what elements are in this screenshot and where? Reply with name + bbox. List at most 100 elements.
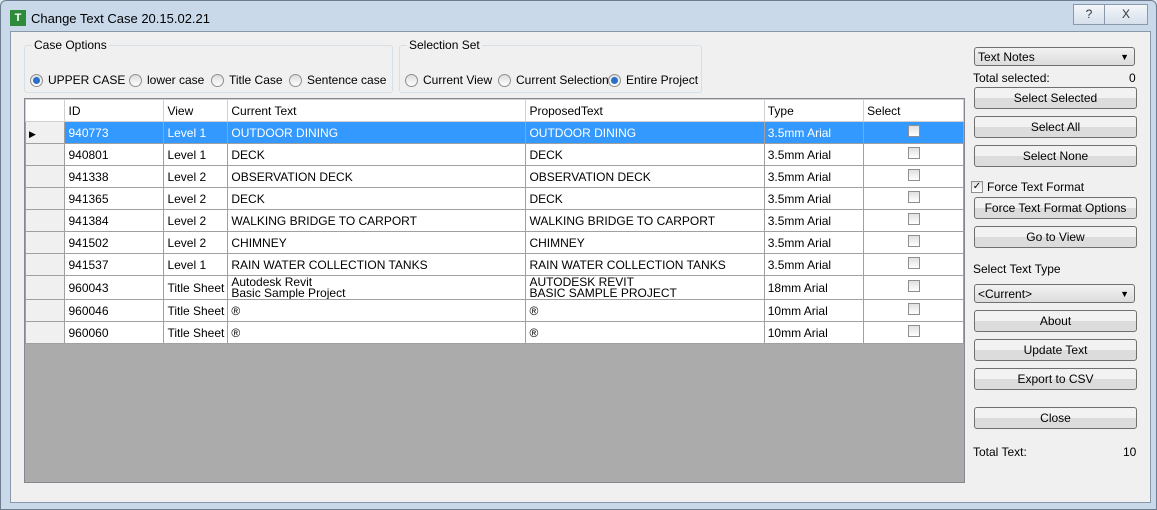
row-header[interactable]	[24, 231, 66, 254]
cell-id[interactable]: 941502	[64, 231, 165, 254]
select-checkbox[interactable]	[907, 191, 920, 203]
cell-type[interactable]: 3.5mm Arial	[763, 187, 865, 210]
text-category-dropdown[interactable]: Text Notes ▼	[974, 47, 1135, 66]
select-selected-button[interactable]: Select Selected	[974, 87, 1137, 109]
row-header[interactable]	[24, 321, 66, 344]
export-csv-button[interactable]: Export to CSV	[974, 368, 1137, 390]
cell-select[interactable]	[863, 275, 964, 300]
cell-proposed-text[interactable]: RAIN WATER COLLECTION TANKS	[525, 253, 765, 276]
table-row[interactable]: 941537 Level 1 RAIN WATER COLLECTION TANKS…	[24, 253, 964, 276]
row-header[interactable]	[24, 275, 66, 300]
row-header[interactable]	[24, 165, 66, 188]
cell-proposed-text[interactable]: DECK	[525, 143, 765, 166]
table-row[interactable]: 940801 Level 1 DECK DECK 3.5mm Arial	[24, 143, 964, 166]
cell-select[interactable]	[863, 253, 964, 276]
col-select[interactable]: Select	[863, 99, 964, 122]
cell-view[interactable]: Level 2	[163, 165, 229, 188]
update-text-button[interactable]: Update Text	[974, 339, 1137, 361]
radio-entire-project[interactable]: Entire Project	[608, 73, 698, 87]
cell-view[interactable]: Level 2	[163, 209, 229, 232]
cell-proposed-text[interactable]: OUTDOOR DINING	[525, 121, 765, 144]
col-current-text[interactable]: Current Text	[227, 99, 527, 122]
close-window-button[interactable]: X	[1104, 4, 1148, 25]
cell-type[interactable]: 10mm Arial	[763, 299, 865, 322]
cell-type[interactable]: 3.5mm Arial	[763, 165, 865, 188]
select-all-button[interactable]: Select All	[974, 116, 1137, 138]
cell-proposed-text[interactable]: CHIMNEY	[525, 231, 765, 254]
row-header[interactable]	[24, 299, 66, 322]
cell-view[interactable]: Level 1	[163, 253, 229, 276]
cell-type[interactable]: 18mm Arial	[763, 275, 865, 300]
select-checkbox[interactable]	[907, 125, 920, 137]
cell-proposed-text[interactable]: ®	[525, 299, 765, 322]
cell-current-text[interactable]: RAIN WATER COLLECTION TANKS	[227, 253, 527, 276]
select-checkbox[interactable]	[907, 257, 920, 269]
cell-select[interactable]	[863, 231, 964, 254]
cell-current-text[interactable]: Autodesk Revit Basic Sample Project	[227, 275, 527, 300]
cell-view[interactable]: Level 1	[163, 121, 229, 144]
table-row[interactable]: 941338 Level 2 OBSERVATION DECK OBSERVATION…	[24, 165, 964, 188]
select-checkbox[interactable]	[907, 325, 920, 337]
go-to-view-button[interactable]: Go to View	[974, 226, 1137, 248]
close-button[interactable]: Close	[974, 407, 1137, 429]
force-text-format-checkbox[interactable]: ✓ Force Text Format	[971, 180, 1084, 194]
cell-select[interactable]	[863, 299, 964, 322]
cell-select[interactable]	[863, 321, 964, 344]
cell-id[interactable]: 960060	[64, 321, 165, 344]
col-type[interactable]: Type	[763, 99, 865, 122]
cell-current-text[interactable]: WALKING BRIDGE TO CARPORT	[227, 209, 527, 232]
cell-id[interactable]: 941537	[64, 253, 165, 276]
cell-view[interactable]: Title Sheet	[163, 299, 229, 322]
cell-current-text[interactable]: ®	[227, 299, 527, 322]
cell-type[interactable]: 3.5mm Arial	[763, 253, 865, 276]
cell-type[interactable]: 3.5mm Arial	[763, 121, 865, 144]
cell-current-text[interactable]: ®	[227, 321, 527, 344]
cell-id[interactable]: 941365	[64, 187, 165, 210]
col-view[interactable]: View	[163, 99, 229, 122]
table-row[interactable]: 941384 Level 2 WALKING BRIDGE TO CARPORT WA…	[24, 209, 964, 232]
table-row[interactable]: 960043 Title Sheet Autodesk Revit Basic Sam…	[24, 275, 964, 300]
cell-id[interactable]: 940801	[64, 143, 165, 166]
cell-current-text[interactable]: OUTDOOR DINING	[227, 121, 527, 144]
about-button[interactable]: About	[974, 310, 1137, 332]
cell-type[interactable]: 3.5mm Arial	[763, 209, 865, 232]
table-row[interactable]: ▶ 940773 Level 1 OUTDOOR DINING OUTDOOR DINI…	[24, 121, 964, 144]
cell-view[interactable]: Title Sheet	[163, 275, 229, 300]
row-header[interactable]	[24, 253, 66, 276]
radio-upper-case[interactable]: UPPER CASE	[30, 73, 125, 87]
select-none-button[interactable]: Select None	[974, 145, 1137, 167]
table-row[interactable]: 941502 Level 2 CHIMNEY CHIMNEY 3.5mm Arial	[24, 231, 964, 254]
cell-type[interactable]: 10mm Arial	[763, 321, 865, 344]
cell-view[interactable]: Level 2	[163, 187, 229, 210]
text-type-dropdown[interactable]: <Current> ▼	[974, 284, 1135, 303]
cell-select[interactable]	[863, 143, 964, 166]
cell-current-text[interactable]: CHIMNEY	[227, 231, 527, 254]
select-checkbox[interactable]	[907, 280, 920, 292]
select-checkbox[interactable]	[907, 169, 920, 181]
cell-current-text[interactable]: OBSERVATION DECK	[227, 165, 527, 188]
cell-id[interactable]: 960046	[64, 299, 165, 322]
cell-proposed-text[interactable]: ®	[525, 321, 765, 344]
table-row[interactable]: 960060 Title Sheet ® ® 10mm Arial	[24, 321, 964, 344]
row-header[interactable]	[24, 143, 66, 166]
cell-id[interactable]: 940773	[64, 121, 165, 144]
cell-id[interactable]: 941384	[64, 209, 165, 232]
cell-view[interactable]: Level 2	[163, 231, 229, 254]
help-button[interactable]: ?	[1073, 4, 1105, 25]
cell-current-text[interactable]: DECK	[227, 143, 527, 166]
cell-select[interactable]	[863, 121, 964, 144]
radio-lower-case[interactable]: lower case	[129, 73, 204, 87]
cell-proposed-text[interactable]: DECK	[525, 187, 765, 210]
row-header[interactable]	[24, 209, 66, 232]
cell-id[interactable]: 941338	[64, 165, 165, 188]
cell-select[interactable]	[863, 187, 964, 210]
cell-type[interactable]: 3.5mm Arial	[763, 143, 865, 166]
cell-select[interactable]	[863, 165, 964, 188]
row-header[interactable]: ▶	[24, 121, 66, 144]
cell-proposed-text[interactable]: WALKING BRIDGE TO CARPORT	[525, 209, 765, 232]
table-row[interactable]: 960046 Title Sheet ® ® 10mm Arial	[24, 299, 964, 322]
select-checkbox[interactable]	[907, 213, 920, 225]
select-checkbox[interactable]	[907, 235, 920, 247]
cell-type[interactable]: 3.5mm Arial	[763, 231, 865, 254]
cell-id[interactable]: 960043	[64, 275, 165, 300]
